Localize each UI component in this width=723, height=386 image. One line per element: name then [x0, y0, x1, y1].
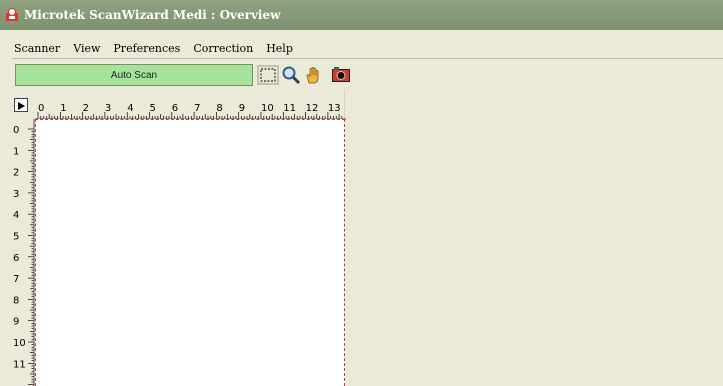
ruler-top-label: 8: [216, 103, 222, 114]
toolbar-separator: [12, 58, 723, 59]
menu-view[interactable]: View: [67, 42, 107, 55]
ruler-top-label: 2: [83, 103, 89, 114]
menu-scanner[interactable]: Scanner: [0, 42, 67, 55]
zoom-icon[interactable]: [280, 65, 302, 85]
workspace-area: [346, 95, 723, 386]
auto-scan-button[interactable]: Auto Scan: [15, 64, 253, 86]
ruler-left-label: 2: [13, 168, 19, 179]
ruler-left-label: 6: [13, 253, 19, 264]
menu-help[interactable]: Help: [260, 42, 300, 55]
ruler-left-label: 4: [13, 210, 19, 221]
ruler-left-label: 0: [13, 125, 19, 136]
app-icon: [4, 7, 20, 23]
ruler-top-label: 6: [172, 103, 178, 114]
ruler-top-label: 9: [239, 103, 245, 114]
ruler-top-label: 0: [38, 103, 44, 114]
ruler-left-label: 3: [13, 189, 19, 200]
ruler-left-label: 11: [13, 359, 26, 370]
ruler-top-label: 1: [60, 103, 66, 114]
ruler-top-label: 10: [261, 103, 274, 114]
ruler-left-label: 10: [13, 338, 26, 349]
ruler-left-label: 7: [13, 274, 19, 285]
hand-pan-icon[interactable]: [303, 65, 325, 85]
menu-correction[interactable]: Correction: [187, 42, 260, 55]
ruler-top-label: 7: [194, 103, 200, 114]
ruler-top-label: 11: [283, 103, 296, 114]
title-bar: Microtek ScanWizard Medi : Overview: [0, 0, 723, 30]
ruler-top-label: 3: [105, 103, 111, 114]
ruler-top-label: 12: [306, 103, 319, 114]
ruler-left-label: 9: [13, 317, 19, 328]
menu-bar: Scanner View Preferences Correction Help: [0, 38, 723, 58]
window-title: Microtek ScanWizard Medi : Overview: [24, 8, 281, 22]
menu-preferences[interactable]: Preferences: [107, 42, 187, 55]
preview-canvas[interactable]: [35, 119, 345, 386]
camera-icon[interactable]: [330, 65, 352, 85]
ruler-top-label: 13: [328, 103, 341, 114]
ruler-top-label: 5: [150, 103, 156, 114]
select-area-icon[interactable]: [257, 65, 279, 85]
ruler-horizontal: 0 1 2 3 4 5 6 7 8 9 10 11 12 13: [35, 103, 346, 120]
ruler-toggle-button[interactable]: [14, 98, 28, 112]
ruler-left-label: 5: [13, 232, 19, 243]
ruler-left-label: 8: [13, 295, 19, 306]
ruler-left-label: 1: [13, 146, 19, 157]
ruler-top-label: 4: [127, 103, 133, 114]
